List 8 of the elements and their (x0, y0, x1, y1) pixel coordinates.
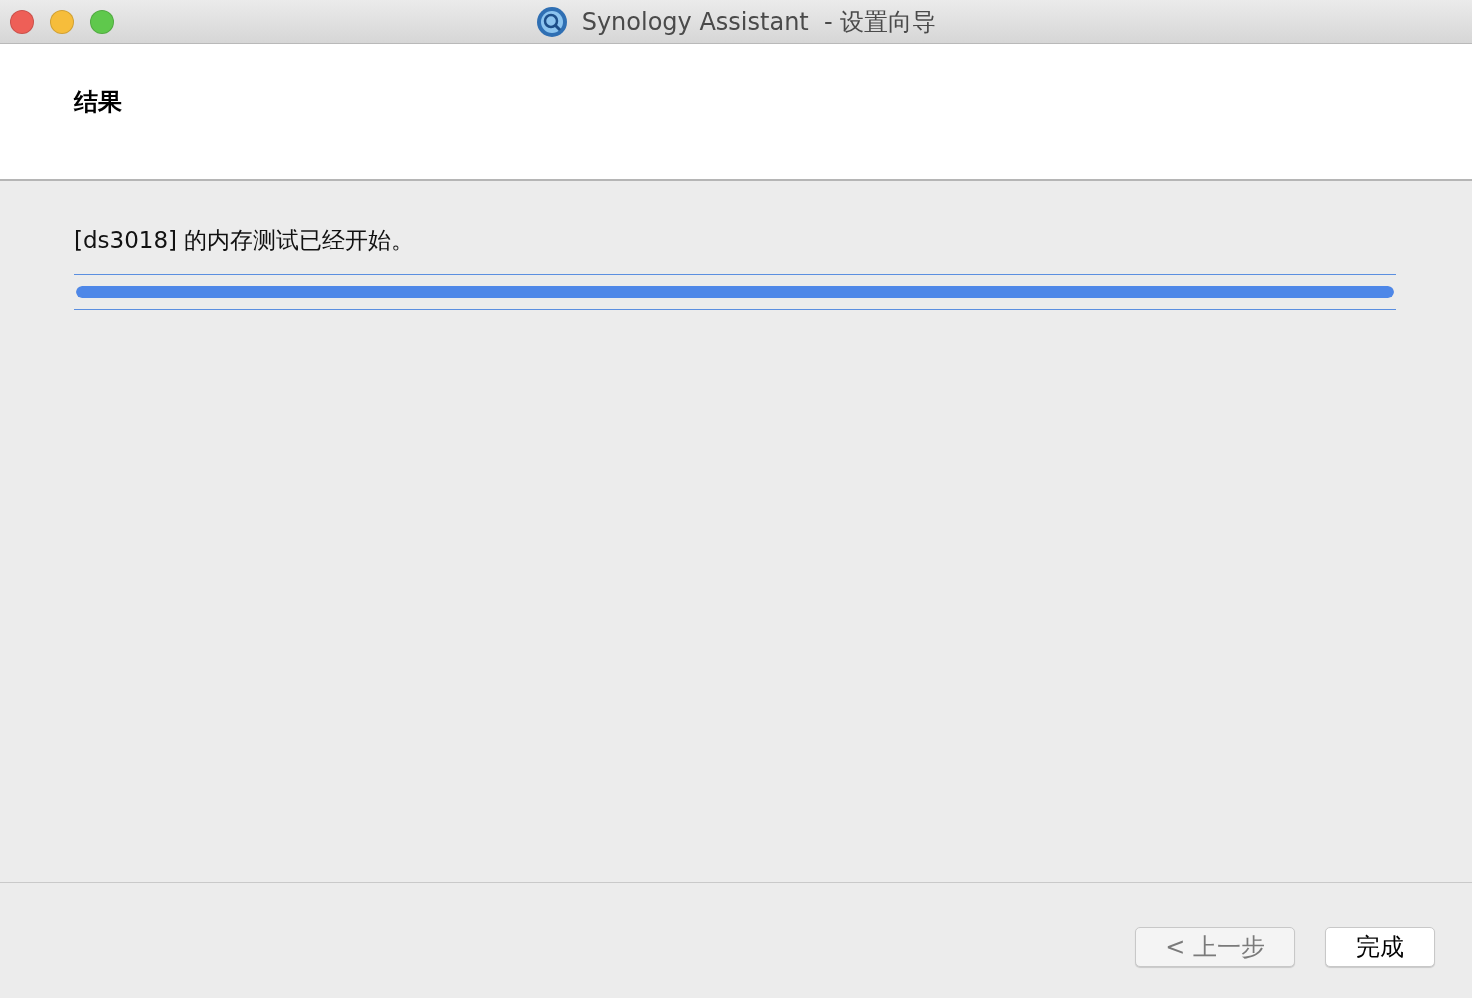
status-message: [ds3018] 的内存测试已经开始。 (74, 226, 416, 255)
finish-button[interactable]: 完成 (1325, 927, 1435, 967)
minimize-button[interactable] (50, 9, 74, 34)
zoom-button[interactable] (90, 9, 114, 34)
app-icon (535, 5, 568, 38)
window-title: Synology Assistant - 设置向导 (581, 6, 937, 38)
page-title: 结果 (74, 86, 122, 118)
close-button[interactable] (10, 9, 34, 34)
